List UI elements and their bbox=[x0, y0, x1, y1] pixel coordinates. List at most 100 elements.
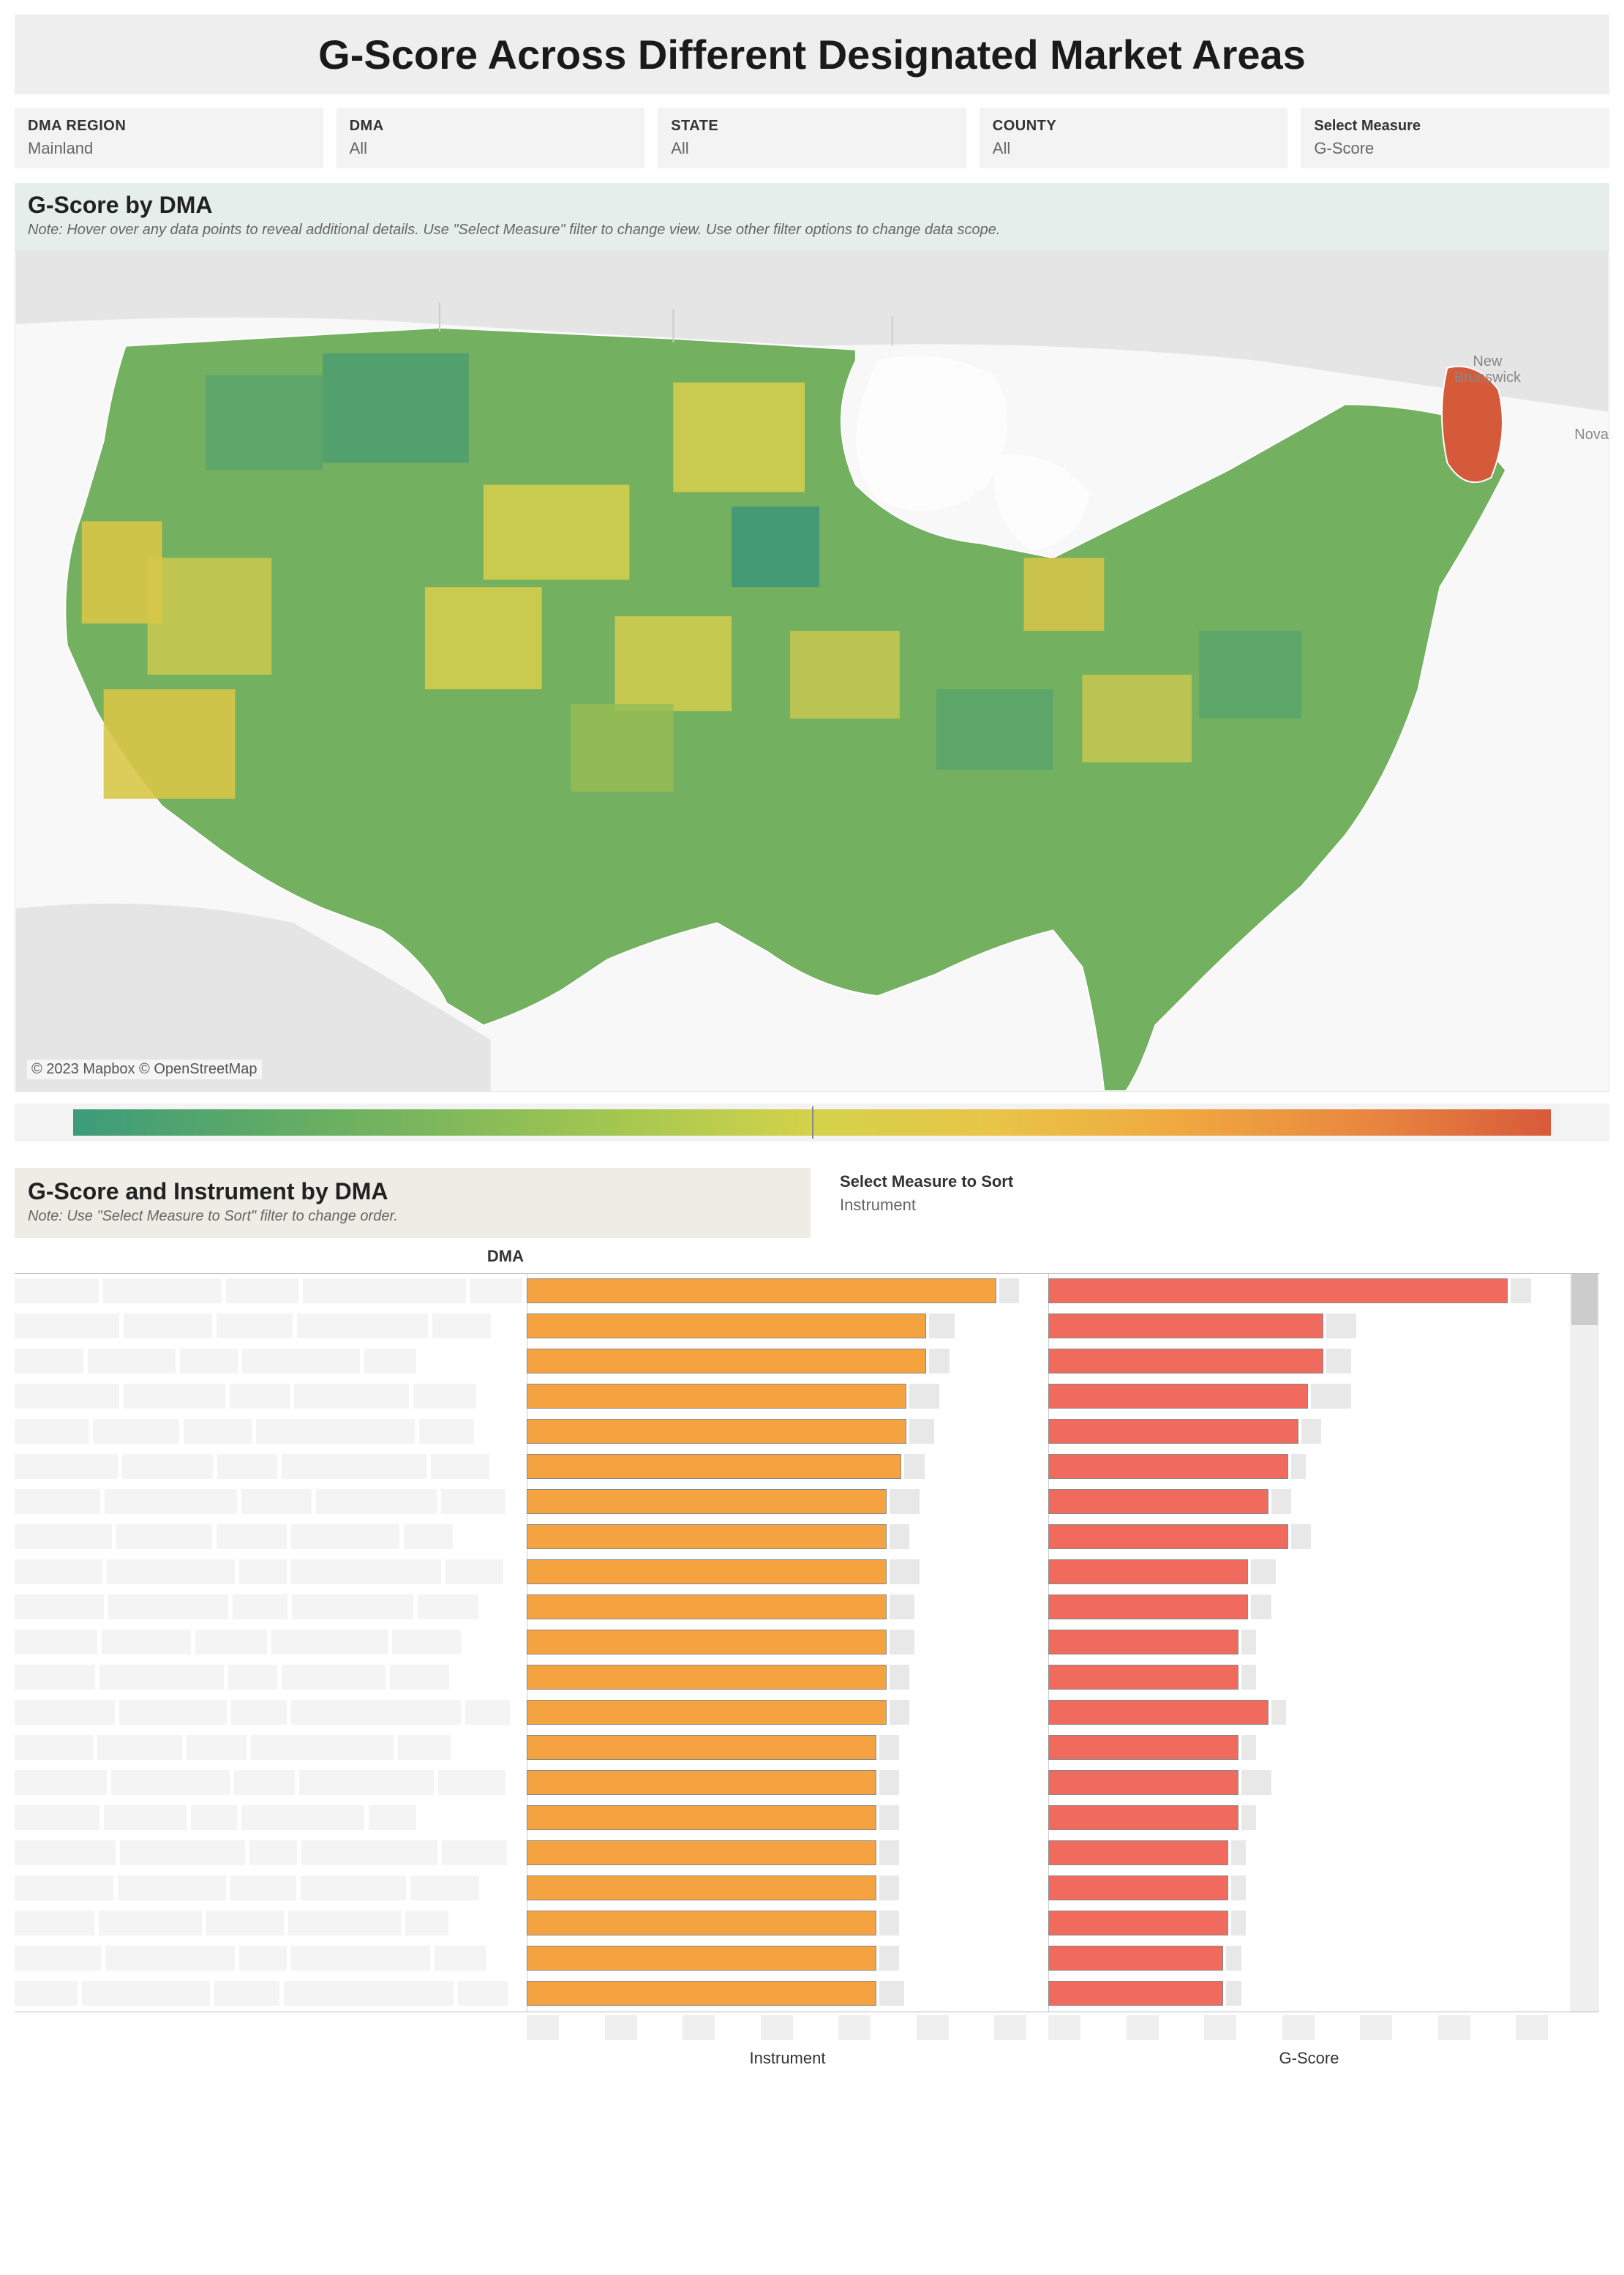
instrument-bar[interactable] bbox=[527, 1450, 1026, 1483]
gscore-bar[interactable] bbox=[1048, 1731, 1548, 1764]
gscore-bar[interactable] bbox=[1048, 1344, 1548, 1378]
gscore-bars-column bbox=[1048, 1274, 1570, 2012]
sort-label: Select Measure to Sort bbox=[840, 1172, 1609, 1191]
dma-row-label bbox=[15, 1485, 527, 1518]
filter-value: All bbox=[350, 139, 632, 158]
dma-row-label bbox=[15, 1871, 527, 1905]
gscore-bar[interactable] bbox=[1048, 1309, 1548, 1343]
filter-dma-region[interactable]: DMA REGION Mainland bbox=[15, 108, 323, 168]
dma-row-label bbox=[15, 1625, 527, 1659]
gradient-midpoint-tick bbox=[812, 1106, 813, 1139]
dma-row-label bbox=[15, 1836, 527, 1870]
instrument-bar[interactable] bbox=[527, 1590, 1026, 1624]
gscore-bar[interactable] bbox=[1048, 1906, 1548, 1940]
instrument-bar[interactable] bbox=[527, 1555, 1026, 1589]
gscore-bar[interactable] bbox=[1048, 1520, 1548, 1553]
instrument-bar[interactable] bbox=[527, 1766, 1026, 1799]
gscore-bar[interactable] bbox=[1048, 1590, 1548, 1624]
gscore-bar[interactable] bbox=[1048, 1414, 1548, 1448]
dma-row-label bbox=[15, 1801, 527, 1834]
gscore-axis-ticks bbox=[1048, 2015, 1570, 2044]
dma-row-label bbox=[15, 1274, 527, 1308]
filter-label: DMA bbox=[350, 118, 632, 135]
dma-row-label bbox=[15, 1414, 527, 1448]
dma-column-header: DMA bbox=[15, 1247, 1599, 1266]
instrument-bar[interactable] bbox=[527, 1414, 1026, 1448]
instrument-bar[interactable] bbox=[527, 1485, 1026, 1518]
instrument-bar[interactable] bbox=[527, 1695, 1026, 1729]
gscore-bar[interactable] bbox=[1048, 1450, 1548, 1483]
map-section-note: Note: Hover over any data points to reve… bbox=[28, 222, 1596, 239]
gscore-bar[interactable] bbox=[1048, 1555, 1548, 1589]
gscore-bar[interactable] bbox=[1048, 1766, 1548, 1799]
map-label-nova: Nova bbox=[1574, 427, 1609, 443]
gscore-bar[interactable] bbox=[1048, 1695, 1548, 1729]
instrument-bar[interactable] bbox=[527, 1906, 1026, 1940]
page-title: G-Score Across Different Designated Mark… bbox=[44, 31, 1580, 78]
gscore-bar[interactable] bbox=[1048, 1274, 1548, 1308]
axis-tick bbox=[1516, 2015, 1548, 2040]
gscore-bar[interactable] bbox=[1048, 1660, 1548, 1694]
bar-section-header-row: G-Score and Instrument by DMA Note: Use … bbox=[15, 1168, 1609, 1238]
instrument-bar[interactable] bbox=[527, 1801, 1026, 1834]
dma-row-label bbox=[15, 1450, 527, 1483]
instrument-axis-ticks bbox=[527, 2015, 1048, 2044]
bar-section-title: G-Score and Instrument by DMA bbox=[28, 1178, 797, 1205]
axis-tick bbox=[1438, 2015, 1470, 2040]
dma-row-label bbox=[15, 1660, 527, 1694]
instrument-bar[interactable] bbox=[527, 1379, 1026, 1413]
dma-row-label bbox=[15, 1906, 527, 1940]
instrument-bar[interactable] bbox=[527, 1625, 1026, 1659]
filter-state[interactable]: STATE All bbox=[658, 108, 966, 168]
axis-tick bbox=[1048, 2015, 1080, 2040]
dma-row-label bbox=[15, 1520, 527, 1553]
instrument-bar[interactable] bbox=[527, 1976, 1026, 2010]
dma-row-label bbox=[15, 1309, 527, 1343]
instrument-bar[interactable] bbox=[527, 1660, 1026, 1694]
dma-row-label bbox=[15, 1941, 527, 1975]
filter-label: COUNTY bbox=[993, 118, 1275, 135]
filter-value: Mainland bbox=[28, 139, 310, 158]
sort-filter[interactable]: Select Measure to Sort Instrument bbox=[840, 1168, 1609, 1215]
axis-tick bbox=[1282, 2015, 1315, 2040]
dma-row-label bbox=[15, 1555, 527, 1589]
dma-row-label bbox=[15, 1379, 527, 1413]
scrollbar[interactable] bbox=[1570, 1274, 1599, 2012]
gscore-bar[interactable] bbox=[1048, 1485, 1548, 1518]
map-section-header: G-Score by DMA Note: Hover over any data… bbox=[15, 183, 1609, 250]
gscore-bar[interactable] bbox=[1048, 1871, 1548, 1905]
gscore-bar[interactable] bbox=[1048, 1801, 1548, 1834]
bar-section-header: G-Score and Instrument by DMA Note: Use … bbox=[15, 1168, 811, 1238]
axis-tick bbox=[683, 2015, 715, 2040]
instrument-bar[interactable] bbox=[527, 1836, 1026, 1870]
instrument-bar[interactable] bbox=[527, 1274, 1026, 1308]
instrument-bar[interactable] bbox=[527, 1520, 1026, 1553]
filter-dma[interactable]: DMA All bbox=[337, 108, 645, 168]
scrollbar-thumb[interactable] bbox=[1571, 1274, 1598, 1325]
color-gradient bbox=[73, 1109, 1551, 1136]
instrument-bar[interactable] bbox=[527, 1941, 1026, 1975]
instrument-bar[interactable] bbox=[527, 1871, 1026, 1905]
filter-select-measure[interactable]: Select Measure G-Score bbox=[1301, 108, 1609, 168]
gscore-bar[interactable] bbox=[1048, 1836, 1548, 1870]
filter-value: All bbox=[671, 139, 953, 158]
instrument-bar[interactable] bbox=[527, 1731, 1026, 1764]
filters-row: DMA REGION Mainland DMA All STATE All CO… bbox=[15, 108, 1609, 168]
map-credit: © 2023 Mapbox © OpenStreetMap bbox=[27, 1060, 262, 1079]
gscore-bar[interactable] bbox=[1048, 1941, 1548, 1975]
axis-tick bbox=[994, 2015, 1026, 2040]
gscore-bar[interactable] bbox=[1048, 1379, 1548, 1413]
sort-value: Instrument bbox=[840, 1196, 1609, 1215]
filter-county[interactable]: COUNTY All bbox=[980, 108, 1288, 168]
map-svg bbox=[15, 251, 1609, 1091]
dma-row-label bbox=[15, 1695, 527, 1729]
gscore-bar[interactable] bbox=[1048, 1976, 1548, 2010]
gscore-bar[interactable] bbox=[1048, 1625, 1548, 1659]
instrument-bar[interactable] bbox=[527, 1344, 1026, 1378]
map-label-new-brunswick: NewBrunswick bbox=[1454, 353, 1521, 386]
dma-row-label bbox=[15, 1590, 527, 1624]
choropleth-map[interactable]: NewBrunswick Nova © 2023 Mapbox © OpenSt… bbox=[15, 250, 1609, 1092]
bars-chart: DMA Instrument G-Score bbox=[15, 1247, 1609, 2068]
instrument-bar[interactable] bbox=[527, 1309, 1026, 1343]
axis-label-gscore: G-Score bbox=[1048, 2049, 1570, 2068]
